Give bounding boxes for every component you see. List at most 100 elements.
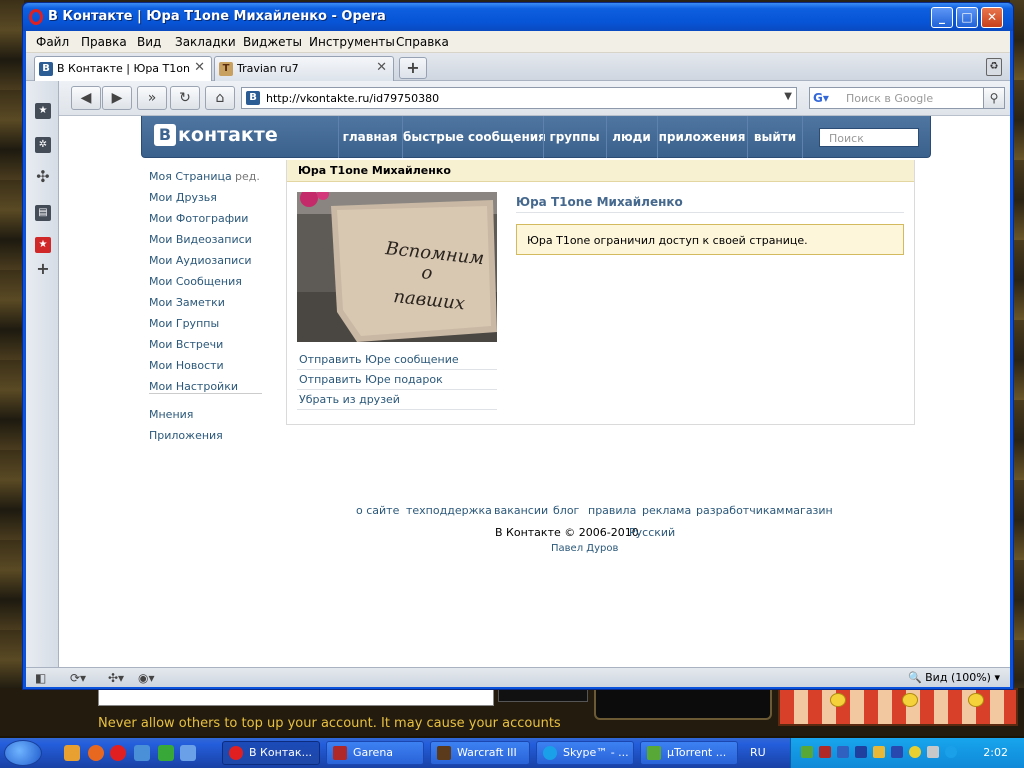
title-bar[interactable]: В Контакте | Юра T1one Михайленко - Oper… [23,3,1013,31]
menu-file[interactable]: Файл [36,35,69,49]
footer-developers[interactable]: разработчикам [696,504,785,517]
address-bar[interactable]: B http://vkontakte.ru/id79750380 ▼ [241,87,797,109]
menu-widgets[interactable]: Виджеты [243,35,302,49]
taskbar-item-opera[interactable]: В Контак... [222,741,320,765]
clock[interactable]: 2:02 [983,746,1008,759]
menu-edit[interactable]: Правка [81,35,127,49]
panel-toggle-icon[interactable]: ◧ [35,671,46,685]
firefox-icon[interactable] [88,745,104,761]
tab-travian[interactable]: T Travian ru7 ✕ [214,56,394,81]
footer-shop[interactable]: магазин [785,504,833,517]
vk-nav-home[interactable]: главная [338,116,401,158]
lm-edit-link[interactable]: ред. [235,170,260,183]
app-tray-icon[interactable] [927,746,939,758]
lm-my-messages[interactable]: Мои Сообщения [149,275,242,288]
vk-nav-logout[interactable]: выйти [747,116,803,158]
lm-my-audio[interactable]: Мои Аудиозаписи [149,254,252,267]
opera-icon[interactable] [110,745,126,761]
tab-close-icon[interactable]: ✕ [376,60,387,75]
footer-author[interactable]: Павел Дуров [551,543,618,554]
taskbar-item-utorrent[interactable]: µTorrent ... [640,741,738,765]
vk-logo[interactable]: Вконтакте [154,124,278,146]
forward-button[interactable]: ▶ [102,86,132,110]
skype-tray-icon[interactable] [945,746,957,758]
sync-icon[interactable]: ⟳▾ [70,671,86,685]
background-warning-text: Never allow others to top up your accoun… [98,716,561,731]
trash-icon[interactable]: ♻ [986,58,1002,76]
taskbar-item-garena[interactable]: Garena [326,741,424,765]
maximize-button[interactable]: □ [956,7,978,28]
language-indicator[interactable]: RU [750,746,766,759]
zoom-level[interactable]: 🔍 Вид (100%) ▾ [908,671,1000,684]
minimize-button[interactable]: _ [931,7,953,28]
utorrent-tray-icon[interactable] [801,746,813,758]
turbo-icon[interactable]: ◉▾ [138,671,155,685]
vk-nav-groups[interactable]: группы [543,116,605,158]
lm-my-news[interactable]: Мои Новости [149,359,224,372]
search-icon[interactable]: ⚲ [983,87,1005,109]
vk-nav-apps[interactable]: приложения [657,116,746,158]
vk-favicon-icon: B [246,91,260,105]
footer-rules[interactable]: правила [588,504,636,517]
unite-panel-icon[interactable]: ✣ [35,169,51,185]
footer-blog[interactable]: блог [553,504,579,517]
home-button[interactable]: ⌂ [205,86,235,110]
reload-button[interactable]: ↻ [170,86,200,110]
app-tray-icon[interactable] [855,746,867,758]
lm-my-photos[interactable]: Мои Фотографии [149,212,248,225]
fast-forward-button[interactable]: » [137,86,167,110]
lm-my-page[interactable]: Моя Страница [149,170,232,183]
lm-opinions[interactable]: Мнения [149,408,193,421]
garena-tray-icon[interactable] [819,746,831,758]
lm-my-settings[interactable]: Мои Настройки [149,380,238,393]
volume-icon[interactable] [873,746,885,758]
action-send-gift[interactable]: Отправить Юре подарок [297,370,497,390]
network-tray-icon[interactable] [837,746,849,758]
footer-language[interactable]: Русский [629,526,675,539]
taskbar-item-skype[interactable]: Skype™ - ... [536,741,634,765]
start-button[interactable] [4,740,42,766]
footer-ads[interactable]: реклама [642,504,691,517]
lm-applications[interactable]: Приложения [149,429,223,442]
menu-bookmarks[interactable]: Закладки [175,35,236,49]
quicklaunch-icon[interactable] [180,745,196,761]
vk-nav-people[interactable]: люди [606,116,656,158]
menu-tools[interactable]: Инструменты [309,35,395,49]
close-button[interactable]: ✕ [981,7,1003,28]
back-button[interactable]: ◀ [71,86,101,110]
lm-my-notes[interactable]: Мои Заметки [149,296,225,309]
lm-my-friends[interactable]: Мои Друзья [149,191,217,204]
unite-icon[interactable]: ✣▾ [108,671,124,685]
search-field[interactable]: G▾ Поиск в Google ⚲ [809,87,1005,109]
google-icon[interactable]: G▾ [813,91,829,105]
lm-my-groups[interactable]: Мои Группы [149,317,219,330]
footer-jobs[interactable]: вакансии [494,504,548,517]
notes-panel-icon[interactable]: ▤ [35,205,51,221]
navigation-bar: ◀ ▶ » ↻ ⌂ B http://vkontakte.ru/id797503… [59,81,1010,116]
menu-help[interactable]: Справка [396,35,449,49]
taskbar-item-warcraft[interactable]: Warcraft III [430,741,530,765]
action-remove-friend[interactable]: Убрать из друзей [297,390,497,410]
network-tray-icon[interactable] [891,746,903,758]
footer-support[interactable]: техподдержка [406,504,492,517]
quicklaunch-icon[interactable] [134,745,150,761]
footer-about[interactable]: о сайте [356,504,399,517]
menu-view[interactable]: Вид [137,35,161,49]
quicklaunch-icon[interactable] [158,745,174,761]
vk-nav-messages[interactable]: быстрые сообщения [402,116,546,158]
lm-my-videos[interactable]: Мои Видеозаписи [149,233,252,246]
widgets-panel-icon[interactable]: ✲ [35,137,51,153]
dropdown-arrow-icon[interactable]: ▼ [784,91,792,102]
tab-close-icon[interactable]: ✕ [194,60,205,75]
profile-photo[interactable]: Вспомним о павших [297,192,497,342]
lm-my-events[interactable]: Мои Встречи [149,338,223,351]
new-tab-button[interactable]: + [399,57,427,79]
add-panel-icon[interactable]: + [35,261,51,277]
quicklaunch-icon[interactable] [64,745,80,761]
opera-link-icon[interactable]: ★ [35,237,51,253]
messenger-tray-icon[interactable] [909,746,921,758]
tab-vkontakte[interactable]: B В Контакте | Юра T1on... ✕ [34,56,212,81]
vk-search-input[interactable]: Поиск [819,128,919,147]
bookmarks-panel-icon[interactable]: ★ [35,103,51,119]
action-send-message[interactable]: Отправить Юре сообщение [297,350,497,370]
